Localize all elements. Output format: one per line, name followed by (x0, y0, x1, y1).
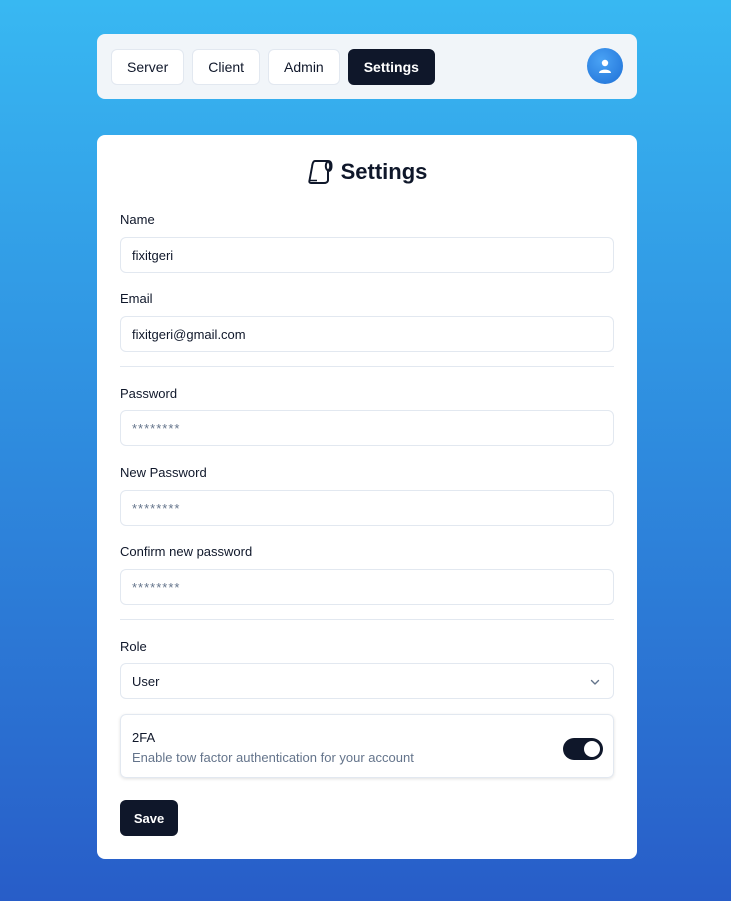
divider (120, 366, 614, 367)
email-field[interactable]: fixitgeri@gmail.com (120, 316, 614, 352)
twofa-description: Enable tow factor authentication for you… (132, 750, 414, 765)
role-select[interactable]: User (120, 663, 614, 699)
settings-header: Settings (97, 157, 637, 187)
confirm-password-label: Confirm new password (120, 544, 253, 559)
page-title: Settings (340, 159, 428, 184)
tab-client[interactable]: Client (192, 48, 261, 85)
toggle-knob (584, 741, 600, 757)
top-nav-bar: Server Client Admin Settings (97, 34, 637, 99)
settings-card: Settings Name fixitgeri Email fixitgeri@… (97, 135, 637, 859)
tab-settings[interactable]: Settings (347, 48, 435, 85)
role-value: User (132, 673, 160, 689)
tab-server[interactable]: Server (111, 48, 185, 85)
twofa-panel: 2FA Enable tow factor authentication for… (120, 714, 614, 778)
email-label: Email (120, 291, 153, 306)
twofa-toggle[interactable] (563, 738, 603, 760)
confirm-password-field[interactable]: ******** (120, 569, 614, 605)
new-password-field[interactable]: ******** (120, 490, 614, 526)
divider (120, 619, 614, 620)
role-label: Role (120, 639, 147, 654)
password-field[interactable]: ******** (120, 410, 614, 446)
save-button[interactable]: Save (120, 800, 178, 836)
avatar[interactable] (587, 48, 623, 84)
chevron-down-icon (590, 679, 600, 685)
name-field[interactable]: fixitgeri (120, 237, 614, 273)
user-icon (599, 59, 611, 73)
name-label: Name (120, 212, 155, 227)
toilet-paper-icon (307, 160, 333, 184)
new-password-label: New Password (120, 465, 207, 480)
tab-admin[interactable]: Admin (268, 48, 340, 85)
twofa-title: 2FA (132, 730, 156, 745)
password-label: Password (120, 386, 178, 401)
